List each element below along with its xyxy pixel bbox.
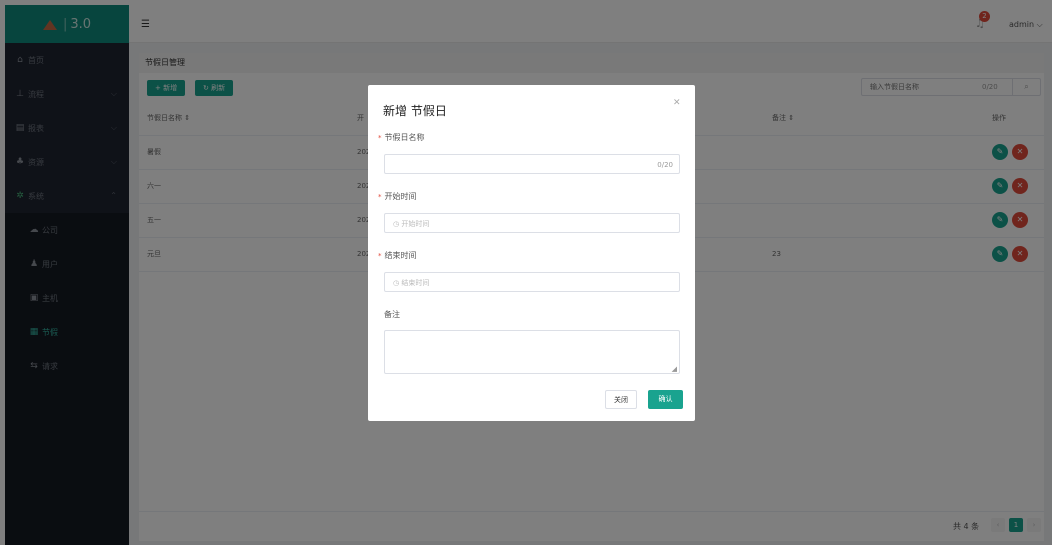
name-count: 0/20 bbox=[657, 161, 673, 169]
end-label: * 结束时间 bbox=[378, 251, 417, 260]
start-label: * 开始时间 bbox=[378, 192, 417, 201]
required-mark: * bbox=[378, 252, 382, 260]
start-time-placeholder: ◷ 开始时间 bbox=[393, 220, 430, 228]
confirm-button[interactable]: 确认 bbox=[648, 390, 683, 409]
name-label: * 节假日名称 bbox=[378, 133, 425, 142]
note-textarea[interactable]: ◢ bbox=[384, 330, 680, 374]
add-holiday-dialog: 新增 节假日 ✕ * 节假日名称 0/20 * 开始时间 ◷ 开始时间 * 结束时间 … bbox=[368, 85, 695, 421]
resize-icon[interactable]: ◢ bbox=[672, 365, 677, 373]
close-button[interactable]: 关闭 bbox=[605, 390, 637, 409]
clock-icon: ◷ bbox=[393, 220, 400, 228]
end-time-placeholder: ◷ 结束时间 bbox=[393, 279, 430, 287]
close-icon[interactable]: ✕ bbox=[673, 98, 681, 108]
dialog-title: 新增 节假日 bbox=[383, 104, 447, 118]
required-mark: * bbox=[378, 134, 382, 142]
holiday-name-field[interactable]: 0/20 bbox=[384, 154, 680, 174]
start-time-field[interactable]: ◷ 开始时间 bbox=[384, 213, 680, 233]
end-time-field[interactable]: ◷ 结束时间 bbox=[384, 272, 680, 292]
required-mark: * bbox=[378, 193, 382, 201]
clock-icon: ◷ bbox=[393, 279, 400, 287]
note-label: 备注 bbox=[384, 310, 400, 319]
